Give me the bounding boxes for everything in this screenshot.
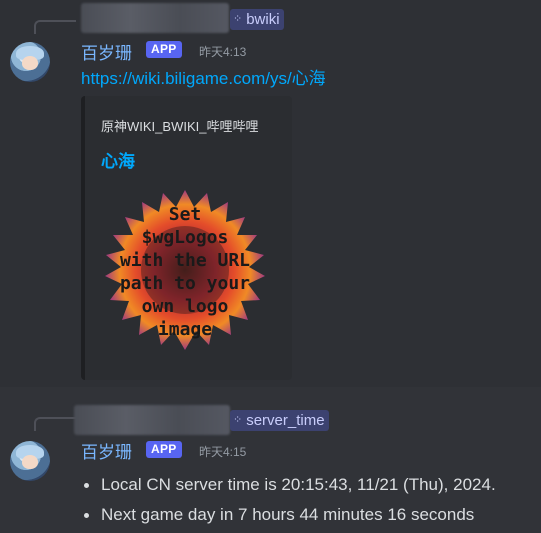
timestamp[interactable]: 昨天4:15 (199, 443, 246, 460)
command-name: server_time (246, 412, 325, 429)
app-badge: APP (146, 41, 182, 58)
embed-provider[interactable]: 原神WIKI_BWIKI_哔哩哔哩 (101, 116, 258, 135)
link-embed: 原神WIKI_BWIKI_哔哩哔哩 心海 Set $wgLogos with t… (81, 96, 292, 380)
timestamp[interactable]: 昨天4:13 (199, 43, 246, 60)
logo-line: path to your (119, 273, 251, 294)
app-badge: APP (146, 441, 182, 458)
placeholder-logo-text: Set $wgLogos with the URL path to your o… (101, 203, 269, 341)
logo-line: image (157, 319, 213, 340)
command-chip-server-time[interactable]: ⁘ server_time (230, 410, 329, 431)
avatar-face (22, 56, 38, 70)
list-item: Next game day in 7 hours 44 minutes 16 s… (82, 500, 496, 530)
message-bwiki: ⁘ bwiki 百岁珊 APP 昨天4:13 https://wiki.bili… (0, 0, 541, 387)
wiki-link[interactable]: https://wiki.biligame.com/ys/心海 (81, 64, 326, 89)
logo-line: own logo (141, 296, 229, 317)
logo-line: $wgLogos (141, 227, 229, 248)
redacted-username (81, 3, 229, 33)
reply-connector (34, 20, 76, 34)
redacted-username (74, 405, 230, 435)
author-name[interactable]: 百岁珊 (81, 438, 132, 463)
command-chip-bwiki[interactable]: ⁘ bwiki (230, 9, 284, 30)
author-name[interactable]: 百岁珊 (81, 39, 132, 64)
slash-command-icon: ⁘ (233, 13, 243, 25)
message-content: Local CN server time is 20:15:43, 11/21 … (82, 470, 496, 530)
embed-title[interactable]: 心海 (101, 147, 135, 172)
logo-line: Set (168, 204, 202, 225)
slash-command-icon: ⁘ (233, 414, 243, 426)
command-name: bwiki (246, 11, 280, 28)
logo-line: with the URL (119, 250, 251, 271)
list-item: Local CN server time is 20:15:43, 11/21 … (82, 470, 496, 500)
avatar[interactable] (10, 42, 50, 82)
avatar[interactable] (10, 441, 50, 481)
embed-thumbnail[interactable]: Set $wgLogos with the URL path to your o… (101, 188, 269, 356)
avatar-face (22, 455, 38, 469)
message-server-time: ⁘ server_time 百岁珊 APP 昨天4:15 Local CN se… (0, 387, 541, 533)
reply-connector (34, 417, 76, 431)
